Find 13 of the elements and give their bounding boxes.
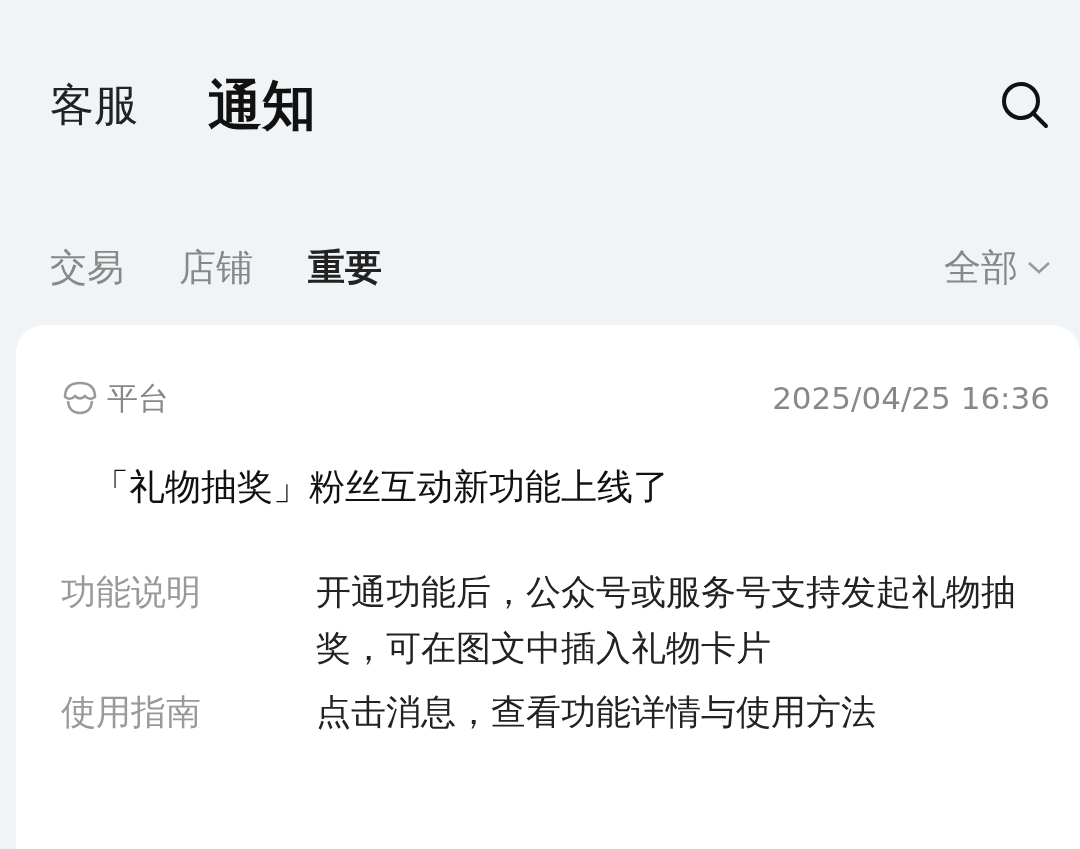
detail-label: 功能说明 — [61, 570, 202, 614]
header-tab[interactable]: 客服 — [50, 72, 138, 138]
timestamp: 2025/04/25 16:36 — [772, 379, 1050, 418]
filter-tab[interactable]: 重要 — [308, 239, 382, 296]
header-tab[interactable]: 通知 — [208, 64, 316, 146]
search-icon[interactable] — [1000, 80, 1050, 130]
chevron-down-icon — [1026, 259, 1052, 276]
notification-title: 「礼物抽奖」粉丝互动新功能上线了 — [93, 464, 670, 509]
source-label: 平台 — [107, 379, 169, 418]
detail-label: 使用指南 — [61, 690, 202, 734]
detail-text: 点击消息，查看功能详情与使用方法 — [316, 690, 876, 734]
notification-card[interactable]: 平台 2025/04/25 16:36 「礼物抽奖」粉丝互动新功能上线了 功能说明 开通功能后，公众号或服务号支持发起礼物抽奖，可在图文中插入礼物卡片 使用指南 点击消息，查看功能详情与使用方法 — [16, 325, 1080, 849]
detail-text: 开通功能后，公众号或服务号支持发起礼物抽奖，可在图文中插入礼物卡片 — [316, 570, 1017, 670]
